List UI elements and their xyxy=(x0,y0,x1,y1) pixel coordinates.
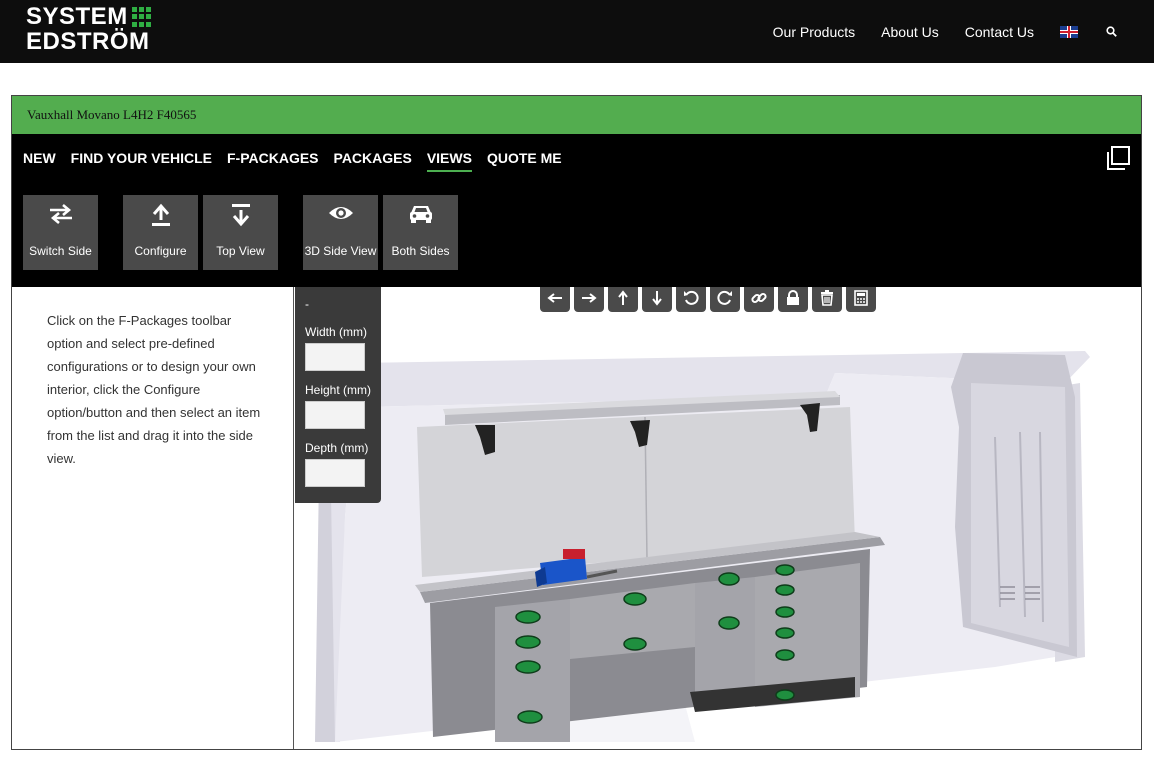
arrow-left-icon[interactable] xyxy=(540,287,570,312)
nav-our-products[interactable]: Our Products xyxy=(773,24,855,40)
calculator-icon[interactable] xyxy=(846,287,876,312)
arrow-right-icon[interactable] xyxy=(574,287,604,312)
uk-flag-icon[interactable] xyxy=(1060,25,1078,38)
view-toolbar xyxy=(540,287,880,312)
configurator: Vauxhall Movano L4H2 F40565 NEW FIND YOU… xyxy=(11,95,1142,750)
vehicle-name: Vauxhall Movano L4H2 F40565 xyxy=(27,107,197,122)
width-label: Width (mm) xyxy=(305,325,367,339)
rotate-ccw-icon[interactable] xyxy=(676,287,706,312)
main-menu: NEW FIND YOUR VEHICLE F-PACKAGES PACKAGE… xyxy=(23,150,577,172)
menu-find-your-vehicle[interactable]: FIND YOUR VEHICLE xyxy=(71,150,212,172)
top-view-label: Top View xyxy=(216,244,265,258)
site-header: SYSTEM EDSTRÖM Our Products About Us Con… xyxy=(0,0,1154,63)
menu-views[interactable]: VIEWS xyxy=(426,150,472,172)
configure-button[interactable]: Configure xyxy=(123,195,198,270)
3d-side-view-label: 3D Side View xyxy=(304,244,377,258)
menu-new[interactable]: NEW xyxy=(23,150,56,172)
dimension-title: - xyxy=(305,297,309,311)
menu-f-packages[interactable]: F-PACKAGES xyxy=(227,150,319,172)
configure-label: Configure xyxy=(134,244,187,258)
van-interior-scene[interactable] xyxy=(295,287,1141,749)
3d-viewport[interactable]: - Width (mm) Height (mm) Depth (mm) xyxy=(295,287,1141,749)
logo-grid-icon xyxy=(132,7,152,27)
nav-about-us[interactable]: About Us xyxy=(881,24,939,40)
depth-label: Depth (mm) xyxy=(305,441,369,455)
link-icon[interactable] xyxy=(744,287,774,312)
trash-icon[interactable] xyxy=(812,287,842,312)
arrow-down-icon[interactable] xyxy=(642,287,672,312)
download-icon xyxy=(203,203,278,229)
logo-text-edstrom: EDSTRÖM xyxy=(26,28,150,55)
eye-icon xyxy=(303,203,378,229)
top-view-button[interactable]: Top View xyxy=(203,195,278,270)
switch-side-button[interactable]: Switch Side xyxy=(23,195,98,270)
logo[interactable]: SYSTEM EDSTRÖM xyxy=(26,4,156,56)
menu-quote-me[interactable]: QUOTE ME xyxy=(487,150,562,172)
vehicle-bar: Vauxhall Movano L4H2 F40565 xyxy=(12,96,1141,134)
height-label: Height (mm) xyxy=(305,383,372,397)
instructions-panel: Click on the F-Packages toolbar option a… xyxy=(12,287,294,749)
nav-contact-us[interactable]: Contact Us xyxy=(965,24,1034,40)
instructions-text: Click on the F-Packages toolbar option a… xyxy=(47,313,261,466)
height-input[interactable] xyxy=(305,401,365,429)
menu-packages[interactable]: PACKAGES xyxy=(334,150,412,172)
switch-side-label: Switch Side xyxy=(29,244,92,258)
search-icon[interactable] xyxy=(1104,25,1118,39)
lock-icon[interactable] xyxy=(778,287,808,312)
dimension-panel: - Width (mm) Height (mm) Depth (mm) xyxy=(295,287,381,503)
swap-arrows-icon xyxy=(23,203,98,229)
arrow-up-icon[interactable] xyxy=(608,287,638,312)
depth-input[interactable] xyxy=(305,459,365,487)
toolbar-area: NEW FIND YOUR VEHICLE F-PACKAGES PACKAGE… xyxy=(12,134,1141,287)
fullscreen-icon[interactable] xyxy=(1105,145,1131,171)
site-nav: Our Products About Us Contact Us xyxy=(747,0,1118,63)
width-input[interactable] xyxy=(305,343,365,371)
upload-icon xyxy=(123,203,198,229)
logo-text-system: SYSTEM xyxy=(26,3,128,30)
rotate-cw-icon[interactable] xyxy=(710,287,740,312)
both-sides-label: Both Sides xyxy=(391,244,450,258)
3d-side-view-button[interactable]: 3D Side View xyxy=(303,195,378,270)
both-sides-button[interactable]: Both Sides xyxy=(383,195,458,270)
car-icon xyxy=(383,203,458,229)
